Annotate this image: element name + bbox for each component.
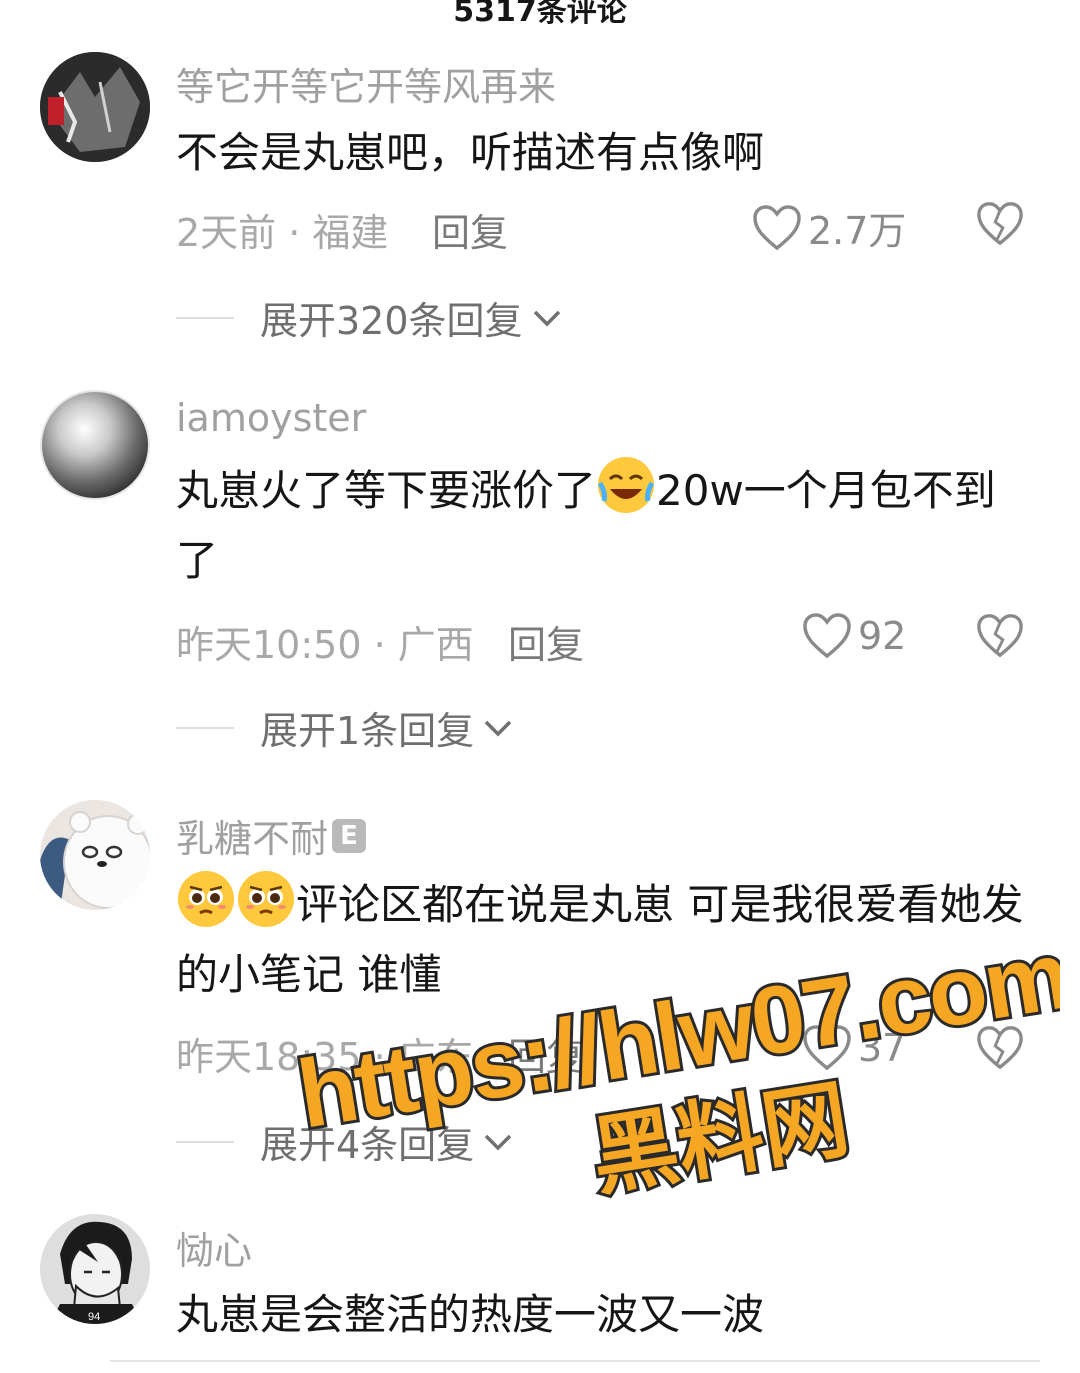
- like-button[interactable]: 92: [802, 612, 906, 660]
- laughing-crying-emoji-icon: [598, 457, 655, 513]
- broken-heart-icon: [977, 614, 1023, 658]
- expand-replies[interactable]: 展开4条回复: [176, 1114, 516, 1169]
- heart-icon: [753, 204, 801, 250]
- username[interactable]: 等它开等它开等风再来: [176, 56, 556, 111]
- like-button[interactable]: 37: [802, 1024, 906, 1072]
- divider: [176, 316, 234, 319]
- comment-meta: 昨天18:35 · 广东: [176, 1035, 474, 1079]
- username[interactable]: 乳糖不耐 E: [176, 808, 367, 863]
- comment-text: 丸崽火了等下要涨价了 20w一个月包不到了: [176, 456, 1026, 596]
- avatar[interactable]: [40, 800, 150, 910]
- pleading-face-emoji-icon: [178, 871, 234, 927]
- comment-count-title: 5317条评论: [453, 0, 627, 29]
- comment-text-part: 丸崽火了等下要涨价了: [176, 466, 597, 515]
- divider: [176, 1140, 234, 1143]
- like-count: 37: [858, 1026, 907, 1070]
- fan-badge: E: [332, 818, 367, 853]
- avatar[interactable]: 94: [40, 1214, 150, 1324]
- reply-button[interactable]: 回复: [432, 202, 508, 257]
- dislike-button[interactable]: [976, 1024, 1024, 1076]
- chevron-down-icon: [484, 1134, 512, 1150]
- broken-heart-icon: [977, 1026, 1023, 1070]
- pleading-face-emoji-icon: [238, 871, 294, 927]
- divider: [110, 1360, 1040, 1373]
- chevron-down-icon: [533, 310, 560, 326]
- expand-replies-label: 展开4条回复: [260, 1123, 475, 1167]
- divider: [176, 726, 234, 729]
- broken-heart-icon: [977, 202, 1023, 246]
- comment-text: 丸崽是会整活的热度一波又一波: [176, 1290, 765, 1339]
- reply-button[interactable]: 回复: [508, 614, 584, 669]
- comment-meta: 2天前 · 福建: [176, 211, 389, 255]
- heart-icon: [803, 1025, 851, 1071]
- comment-meta: 昨天10:50 · 广西: [176, 623, 474, 667]
- avatar[interactable]: [40, 390, 150, 500]
- like-button[interactable]: 2.7万: [752, 200, 906, 255]
- watermark-site-name: 黑料网: [585, 1069, 855, 1200]
- username[interactable]: 恸心: [176, 1220, 252, 1275]
- dislike-button[interactable]: [976, 200, 1024, 252]
- expand-replies[interactable]: 展开320条回复: [176, 290, 565, 345]
- like-count: 2.7万: [808, 209, 907, 253]
- comment-text: 评论区都在说是丸崽 可是我很爱看她发的小笔记 谁懂: [176, 870, 1026, 1010]
- comment-text: 不会是丸崽吧，听描述有点像啊: [176, 128, 765, 177]
- expand-replies-label: 展开1条回复: [260, 709, 475, 753]
- svg-text:94: 94: [88, 1311, 100, 1323]
- username[interactable]: iamoyster: [176, 396, 366, 440]
- like-count: 92: [858, 614, 907, 658]
- heart-icon: [803, 613, 851, 659]
- username-text: 乳糖不耐: [176, 817, 329, 861]
- comment-text-part: 评论区都在说是丸崽 可是我很爱看她发的小笔记 谁懂: [176, 880, 1024, 999]
- chevron-down-icon: [484, 720, 512, 736]
- dislike-button[interactable]: [976, 612, 1024, 664]
- reply-button[interactable]: 回复: [508, 1026, 584, 1081]
- avatar[interactable]: [40, 52, 150, 162]
- expand-replies-label: 展开320条回复: [260, 299, 523, 343]
- expand-replies[interactable]: 展开1条回复: [176, 700, 516, 755]
